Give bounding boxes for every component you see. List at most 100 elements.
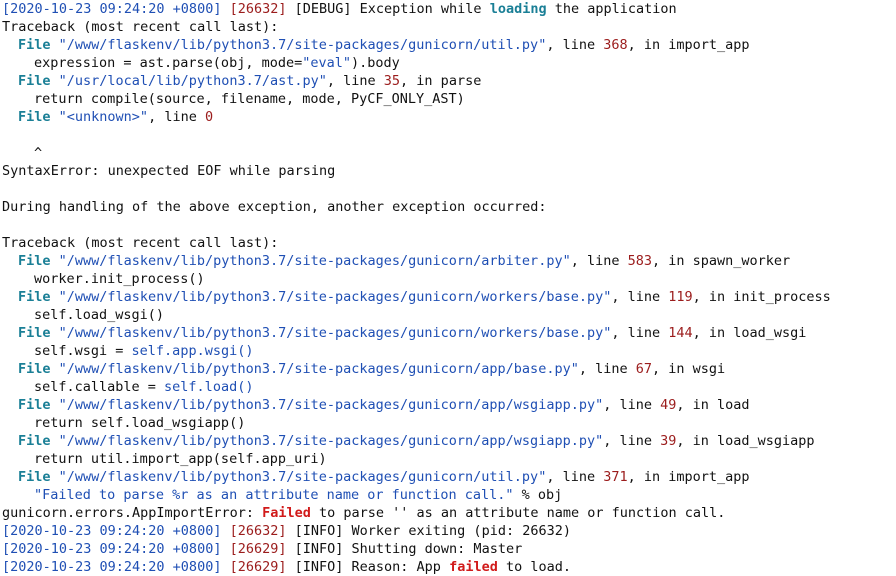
- log-text: return util.import_app(self.app_uri): [34, 451, 327, 467]
- log-text: [INFO] Worker exiting (pid: 26632): [286, 523, 571, 539]
- log-text: , in spawn_worker: [652, 253, 791, 269]
- log-line: File "/www/flaskenv/lib/python3.7/site-p…: [2, 432, 896, 450]
- log-text: gunicorn.errors.AppImportError:: [2, 505, 263, 521]
- log-text: Traceback (most recent call last):: [2, 19, 279, 35]
- terminal-log: [2020-10-23 09:24:20 +0800] [26632] [DEB…: [0, 0, 896, 576]
- log-line: gunicorn.errors.AppImportError: Failed t…: [2, 504, 896, 522]
- log-text: , line: [546, 37, 604, 53]
- log-line: [2020-10-23 09:24:20 +0800] [26632] [DEB…: [2, 0, 896, 18]
- log-text: % obj: [513, 487, 563, 503]
- log-text: , in load: [676, 397, 750, 413]
- number-value: 67: [635, 361, 652, 377]
- log-line: ^: [2, 144, 896, 162]
- log-line: File "<unknown>", line 0: [2, 108, 896, 126]
- log-text: self.wsgi =: [34, 343, 132, 359]
- keyword: File: [18, 289, 51, 305]
- log-text: , in wsgi: [652, 361, 726, 377]
- log-text: return compile(source, filename, mode, P…: [34, 91, 465, 107]
- log-text: During handling of the above exception, …: [2, 199, 547, 215]
- string-literal: "Failed to parse %r as an attribute name…: [34, 487, 514, 503]
- log-line: worker.init_process(): [2, 270, 896, 288]
- timestamp: [2020-10-23 09:24:20 +0800]: [2, 1, 222, 17]
- file-path: "/www/flaskenv/lib/python3.7/site-packag…: [58, 361, 579, 377]
- log-line: During handling of the above exception, …: [2, 198, 896, 216]
- file-path: "/usr/local/lib/python3.7/ast.py": [58, 73, 327, 89]
- log-line: self.load_wsgi(): [2, 306, 896, 324]
- log-text: , line: [578, 361, 636, 377]
- log-line: File "/www/flaskenv/lib/python3.7/site-p…: [2, 36, 896, 54]
- log-line: File "/usr/local/lib/python3.7/ast.py", …: [2, 72, 896, 90]
- log-line: File "/www/flaskenv/lib/python3.7/site-p…: [2, 468, 896, 486]
- log-line: File "/www/flaskenv/lib/python3.7/site-p…: [2, 288, 896, 306]
- file-path: "<unknown>": [58, 109, 149, 125]
- log-text: , in init_process: [692, 289, 831, 305]
- timestamp: [2020-10-23 09:24:20 +0800]: [2, 559, 222, 575]
- code-call: self.app.wsgi(): [131, 343, 254, 359]
- log-line: File "/www/flaskenv/lib/python3.7/site-p…: [2, 360, 896, 378]
- number-value: 119: [668, 289, 693, 305]
- keyword: File: [18, 109, 51, 125]
- log-text: , in import_app: [627, 37, 750, 53]
- number-value: 39: [660, 433, 677, 449]
- log-line: Traceback (most recent call last):: [2, 18, 896, 36]
- keyword: File: [18, 253, 51, 269]
- number-value: [26632]: [229, 1, 287, 17]
- number-value: [26629]: [229, 559, 287, 575]
- log-text: expression = ast.parse(obj, mode=: [34, 55, 303, 71]
- log-text: , line: [603, 433, 661, 449]
- log-text: , in load_wsgi: [692, 325, 807, 341]
- keyword: File: [18, 325, 51, 341]
- log-text: [INFO] Shutting down: Master: [286, 541, 523, 557]
- log-line: File "/www/flaskenv/lib/python3.7/site-p…: [2, 252, 896, 270]
- log-line: [2020-10-23 09:24:20 +0800] [26629] [INF…: [2, 540, 896, 558]
- log-line: self.wsgi = self.app.wsgi(): [2, 342, 896, 360]
- log-line: [2020-10-23 09:24:20 +0800] [26629] [INF…: [2, 558, 896, 576]
- file-path: "/www/flaskenv/lib/python3.7/site-packag…: [58, 37, 547, 53]
- log-line: SyntaxError: unexpected EOF while parsin…: [2, 162, 896, 180]
- string-literal: "eval": [302, 55, 351, 71]
- log-text: , line: [611, 289, 669, 305]
- error-word: failed: [449, 559, 498, 575]
- number-value: [26632]: [229, 523, 287, 539]
- keyword: loading: [489, 1, 547, 17]
- log-text: , line: [570, 253, 628, 269]
- log-text: , in parse: [400, 73, 482, 89]
- number-value: 371: [603, 469, 628, 485]
- log-text: , line: [546, 469, 604, 485]
- number-value: [26629]: [229, 541, 287, 557]
- log-text: to parse '' as an attribute name or func…: [310, 505, 726, 521]
- log-line: Traceback (most recent call last):: [2, 234, 896, 252]
- number-value: 368: [603, 37, 628, 53]
- log-line: File "/www/flaskenv/lib/python3.7/site-p…: [2, 324, 896, 342]
- log-text: , in import_app: [627, 469, 750, 485]
- log-text: ).body: [351, 55, 400, 71]
- number-value: 583: [627, 253, 652, 269]
- timestamp: [2020-10-23 09:24:20 +0800]: [2, 523, 222, 539]
- keyword: File: [18, 361, 51, 377]
- keyword: File: [18, 37, 51, 53]
- log-line: return self.load_wsgiapp(): [2, 414, 896, 432]
- log-text: to load.: [497, 559, 571, 575]
- log-text: , line: [611, 325, 669, 341]
- log-text: return self.load_wsgiapp(): [34, 415, 246, 431]
- log-text: the application: [546, 1, 677, 17]
- file-path: "/www/flaskenv/lib/python3.7/site-packag…: [58, 325, 612, 341]
- keyword: File: [18, 469, 51, 485]
- keyword: File: [18, 73, 51, 89]
- file-path: "/www/flaskenv/lib/python3.7/site-packag…: [58, 253, 571, 269]
- log-text: worker.init_process(): [34, 271, 205, 287]
- number-value: 35: [383, 73, 401, 89]
- log-text: , line: [326, 73, 384, 89]
